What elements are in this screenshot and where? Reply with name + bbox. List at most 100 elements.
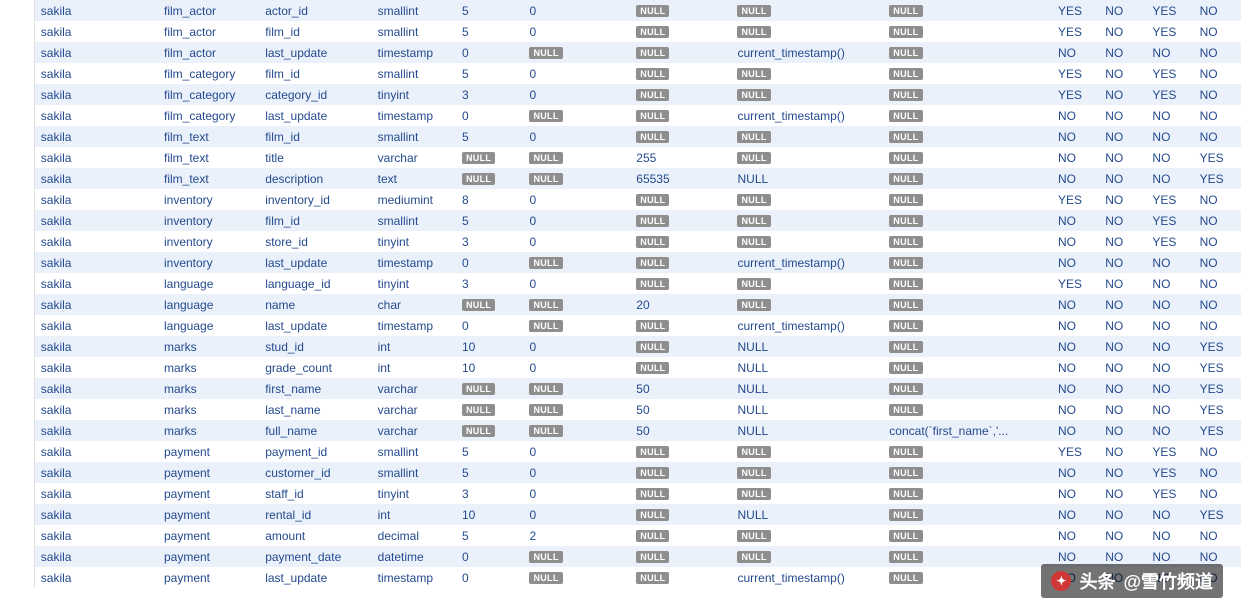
- cell-column[interactable]: stud_id: [259, 336, 371, 357]
- cell-schema[interactable]: sakila: [34, 504, 158, 525]
- cell-precision[interactable]: 0: [456, 567, 523, 588]
- cell-table[interactable]: film_actor: [158, 0, 259, 21]
- cell-schema[interactable]: sakila: [34, 21, 158, 42]
- cell-charlen[interactable]: NULL: [630, 525, 731, 546]
- cell-schema[interactable]: sakila: [34, 105, 158, 126]
- table-row[interactable]: sakilapaymentpayment_idsmallint50NULLNUL…: [0, 441, 1241, 462]
- cell-genexpr[interactable]: NULL: [883, 462, 1052, 483]
- table-row[interactable]: sakilapaymentcustomer_idsmallint50NULLNU…: [0, 462, 1241, 483]
- cell-default[interactable]: NULL: [731, 441, 883, 462]
- cell-f2[interactable]: NO: [1099, 462, 1146, 483]
- cell-f4[interactable]: YES: [1194, 504, 1241, 525]
- table-row[interactable]: sakilafilm_actorlast_updatetimestamp0NUL…: [0, 42, 1241, 63]
- cell-table[interactable]: film_actor: [158, 21, 259, 42]
- cell-f2[interactable]: NO: [1099, 567, 1146, 588]
- cell-column[interactable]: full_name: [259, 420, 371, 441]
- cell-f3[interactable]: NO: [1146, 525, 1193, 546]
- cell-scale[interactable]: NULL: [523, 294, 630, 315]
- cell-default[interactable]: NULL: [731, 357, 883, 378]
- row-gutter[interactable]: [17, 252, 34, 273]
- cell-genexpr[interactable]: NULL: [883, 378, 1052, 399]
- cell-type[interactable]: timestamp: [372, 42, 456, 63]
- cell-type[interactable]: smallint: [372, 0, 456, 21]
- table-row[interactable]: sakilafilm_textfilm_idsmallint50NULLNULL…: [0, 126, 1241, 147]
- cell-precision[interactable]: 5: [456, 21, 523, 42]
- cell-schema[interactable]: sakila: [34, 336, 158, 357]
- cell-precision[interactable]: 0: [456, 546, 523, 567]
- cell-precision[interactable]: 5: [456, 63, 523, 84]
- cell-table[interactable]: language: [158, 315, 259, 336]
- cell-f3[interactable]: NO: [1146, 42, 1193, 63]
- cell-default[interactable]: NULL: [731, 420, 883, 441]
- cell-f2[interactable]: NO: [1099, 42, 1146, 63]
- cell-f2[interactable]: NO: [1099, 126, 1146, 147]
- row-gutter[interactable]: [0, 168, 17, 189]
- cell-genexpr[interactable]: NULL: [883, 336, 1052, 357]
- cell-f2[interactable]: NO: [1099, 0, 1146, 21]
- cell-column[interactable]: title: [259, 147, 371, 168]
- cell-type[interactable]: timestamp: [372, 567, 456, 588]
- cell-f1[interactable]: NO: [1052, 252, 1099, 273]
- cell-f1[interactable]: NO: [1052, 483, 1099, 504]
- cell-f3[interactable]: NO: [1146, 504, 1193, 525]
- cell-f1[interactable]: NO: [1052, 336, 1099, 357]
- table-row[interactable]: sakilafilm_categorylast_updatetimestamp0…: [0, 105, 1241, 126]
- row-gutter[interactable]: [17, 378, 34, 399]
- cell-f2[interactable]: NO: [1099, 273, 1146, 294]
- cell-type[interactable]: mediumint: [372, 189, 456, 210]
- table-row[interactable]: sakilamarksfirst_namevarcharNULLNULL50NU…: [0, 378, 1241, 399]
- table-row[interactable]: sakilafilm_actorfilm_idsmallint50NULLNUL…: [0, 21, 1241, 42]
- cell-charlen[interactable]: 255: [630, 147, 731, 168]
- cell-f3[interactable]: NO: [1146, 399, 1193, 420]
- cell-scale[interactable]: NULL: [523, 567, 630, 588]
- table-row[interactable]: sakilalanguagelast_updatetimestamp0NULLN…: [0, 315, 1241, 336]
- cell-default[interactable]: NULL: [731, 525, 883, 546]
- cell-charlen[interactable]: NULL: [630, 546, 731, 567]
- cell-f4[interactable]: YES: [1194, 378, 1241, 399]
- cell-scale[interactable]: 0: [523, 63, 630, 84]
- row-gutter[interactable]: [17, 357, 34, 378]
- cell-f1[interactable]: NO: [1052, 378, 1099, 399]
- cell-genexpr[interactable]: NULL: [883, 399, 1052, 420]
- cell-column[interactable]: amount: [259, 525, 371, 546]
- cell-scale[interactable]: 0: [523, 483, 630, 504]
- table-row[interactable]: sakilafilm_texttitlevarcharNULLNULL255NU…: [0, 147, 1241, 168]
- cell-schema[interactable]: sakila: [34, 84, 158, 105]
- cell-charlen[interactable]: NULL: [630, 189, 731, 210]
- cell-type[interactable]: tinyint: [372, 483, 456, 504]
- cell-charlen[interactable]: NULL: [630, 357, 731, 378]
- table-row[interactable]: sakilamarkslast_namevarcharNULLNULL50NUL…: [0, 399, 1241, 420]
- cell-f4[interactable]: NO: [1194, 315, 1241, 336]
- table-row[interactable]: sakilapaymentrental_idint100NULLNULLNULL…: [0, 504, 1241, 525]
- cell-f2[interactable]: NO: [1099, 483, 1146, 504]
- cell-column[interactable]: rental_id: [259, 504, 371, 525]
- cell-type[interactable]: smallint: [372, 63, 456, 84]
- cell-charlen[interactable]: NULL: [630, 252, 731, 273]
- cell-f1[interactable]: NO: [1052, 126, 1099, 147]
- cell-table[interactable]: marks: [158, 336, 259, 357]
- cell-table[interactable]: marks: [158, 357, 259, 378]
- row-gutter[interactable]: [17, 504, 34, 525]
- cell-table[interactable]: film_category: [158, 84, 259, 105]
- cell-f2[interactable]: NO: [1099, 210, 1146, 231]
- cell-default[interactable]: NULL: [731, 84, 883, 105]
- table-row[interactable]: sakilapaymentstaff_idtinyint30NULLNULLNU…: [0, 483, 1241, 504]
- row-gutter[interactable]: [0, 399, 17, 420]
- cell-f1[interactable]: NO: [1052, 168, 1099, 189]
- cell-f3[interactable]: NO: [1146, 420, 1193, 441]
- cell-f4[interactable]: NO: [1194, 567, 1241, 588]
- cell-schema[interactable]: sakila: [34, 273, 158, 294]
- row-gutter[interactable]: [17, 441, 34, 462]
- cell-schema[interactable]: sakila: [34, 126, 158, 147]
- row-gutter[interactable]: [17, 84, 34, 105]
- cell-column[interactable]: category_id: [259, 84, 371, 105]
- cell-schema[interactable]: sakila: [34, 399, 158, 420]
- cell-f2[interactable]: NO: [1099, 315, 1146, 336]
- cell-schema[interactable]: sakila: [34, 483, 158, 504]
- cell-schema[interactable]: sakila: [34, 420, 158, 441]
- cell-schema[interactable]: sakila: [34, 210, 158, 231]
- row-gutter[interactable]: [17, 399, 34, 420]
- row-gutter[interactable]: [0, 315, 17, 336]
- cell-f3[interactable]: YES: [1146, 0, 1193, 21]
- cell-f3[interactable]: NO: [1146, 567, 1193, 588]
